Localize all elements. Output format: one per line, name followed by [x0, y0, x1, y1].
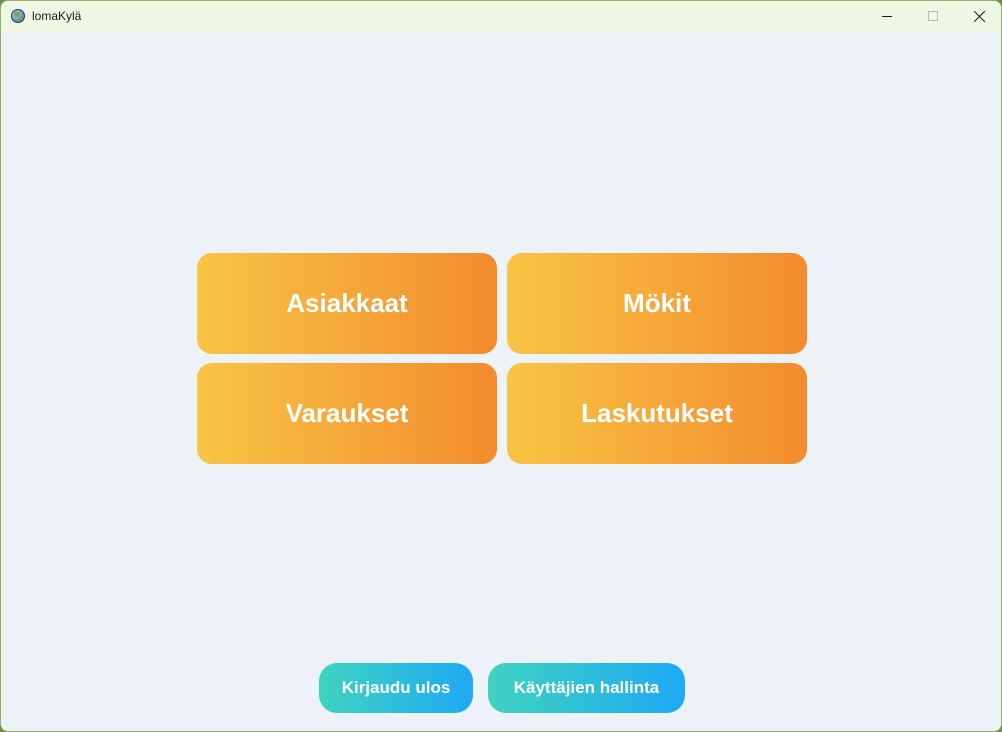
reservations-button[interactable]: Varaukset	[197, 363, 497, 464]
minimize-button[interactable]	[864, 1, 910, 32]
cabins-button[interactable]: Mökit	[507, 253, 807, 354]
invoicing-button[interactable]: Laskutukset	[507, 363, 807, 464]
logout-button[interactable]: Kirjaudu ulos	[319, 663, 473, 713]
maximize-button[interactable]	[910, 1, 956, 32]
window-title: lomaKylä	[32, 9, 82, 23]
main-menu-grid: Asiakkaat Mökit Varaukset Laskutukset	[197, 253, 807, 464]
customers-button[interactable]: Asiakkaat	[197, 253, 497, 354]
app-window: lomaKylä Asiakkaat Mökit Varaukset Lasku…	[0, 0, 1002, 732]
user-management-button[interactable]: Käyttäjien hallinta	[488, 663, 685, 713]
globe-icon	[11, 9, 25, 23]
close-button[interactable]	[956, 1, 1001, 32]
minimize-icon	[882, 16, 892, 17]
maximize-icon	[928, 11, 938, 21]
close-icon	[973, 10, 986, 23]
title-bar[interactable]: lomaKylä	[1, 1, 1001, 32]
